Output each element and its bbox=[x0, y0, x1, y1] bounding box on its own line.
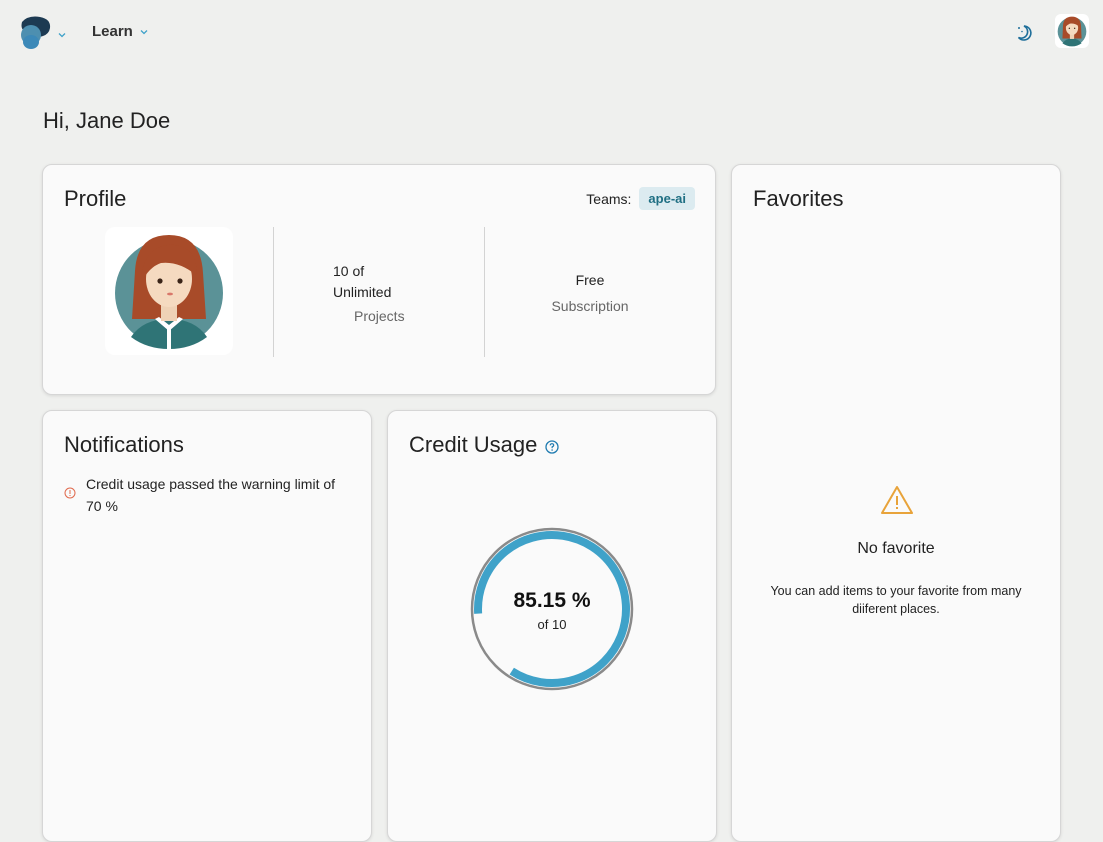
divider bbox=[273, 227, 274, 357]
list-item[interactable]: Credit usage passed the warning limit of… bbox=[64, 473, 346, 517]
notification-text: Credit usage passed the warning limit of… bbox=[86, 476, 336, 514]
info-circle-icon bbox=[64, 487, 76, 499]
app-logo-icon[interactable] bbox=[18, 14, 54, 50]
user-avatar-icon[interactable] bbox=[1055, 14, 1089, 48]
credit-usage-card: Credit Usage 85.15 % of 10 bbox=[387, 410, 717, 842]
team-badge[interactable]: ape-ai bbox=[639, 187, 695, 210]
credit-usage-total: of 10 bbox=[537, 617, 567, 632]
profile-title: Profile bbox=[64, 186, 127, 211]
greeting: Hi, Jane Doe bbox=[43, 108, 171, 133]
projects-label: Projects bbox=[354, 308, 405, 324]
question-circle-icon[interactable] bbox=[545, 440, 559, 454]
favorites-empty-description: You can add items to your favorite from … bbox=[770, 584, 1022, 616]
learn-menu-label: Learn bbox=[92, 23, 133, 40]
moon-toggle-icon[interactable] bbox=[1014, 23, 1034, 43]
warning-triangle-icon bbox=[881, 486, 913, 514]
projects-value: 10 of Unlimited bbox=[333, 261, 391, 303]
projects-value-line1: 10 of bbox=[333, 263, 365, 279]
learn-menu[interactable]: Learn bbox=[92, 23, 149, 40]
notifications-title: Notifications bbox=[64, 432, 184, 457]
divider bbox=[484, 227, 485, 357]
projects-value-line2: Unlimited bbox=[333, 284, 392, 300]
teams-label: Teams: bbox=[586, 190, 632, 207]
profile-card: Profile Teams: ape-ai 10 of Unlimited Pr… bbox=[42, 164, 716, 395]
subscription-value: Free bbox=[575, 272, 605, 288]
favorites-title: Favorites bbox=[753, 186, 844, 211]
notifications-card: Notifications Credit usage passed the wa… bbox=[42, 410, 372, 842]
favorites-empty-title: No favorite bbox=[857, 540, 935, 557]
teams-row: Teams: ape-ai bbox=[586, 187, 695, 210]
chevron-down-icon[interactable] bbox=[57, 27, 67, 38]
top-bar: Learn bbox=[0, 0, 1103, 64]
profile-avatar bbox=[105, 227, 233, 355]
credit-usage-percent: 85.15 % bbox=[513, 589, 591, 612]
credit-usage-title: Credit Usage bbox=[409, 432, 538, 457]
chevron-down-icon bbox=[140, 29, 148, 34]
favorites-card: Favorites No favorite You can add items … bbox=[731, 164, 1061, 842]
subscription-label: Subscription bbox=[551, 298, 629, 314]
